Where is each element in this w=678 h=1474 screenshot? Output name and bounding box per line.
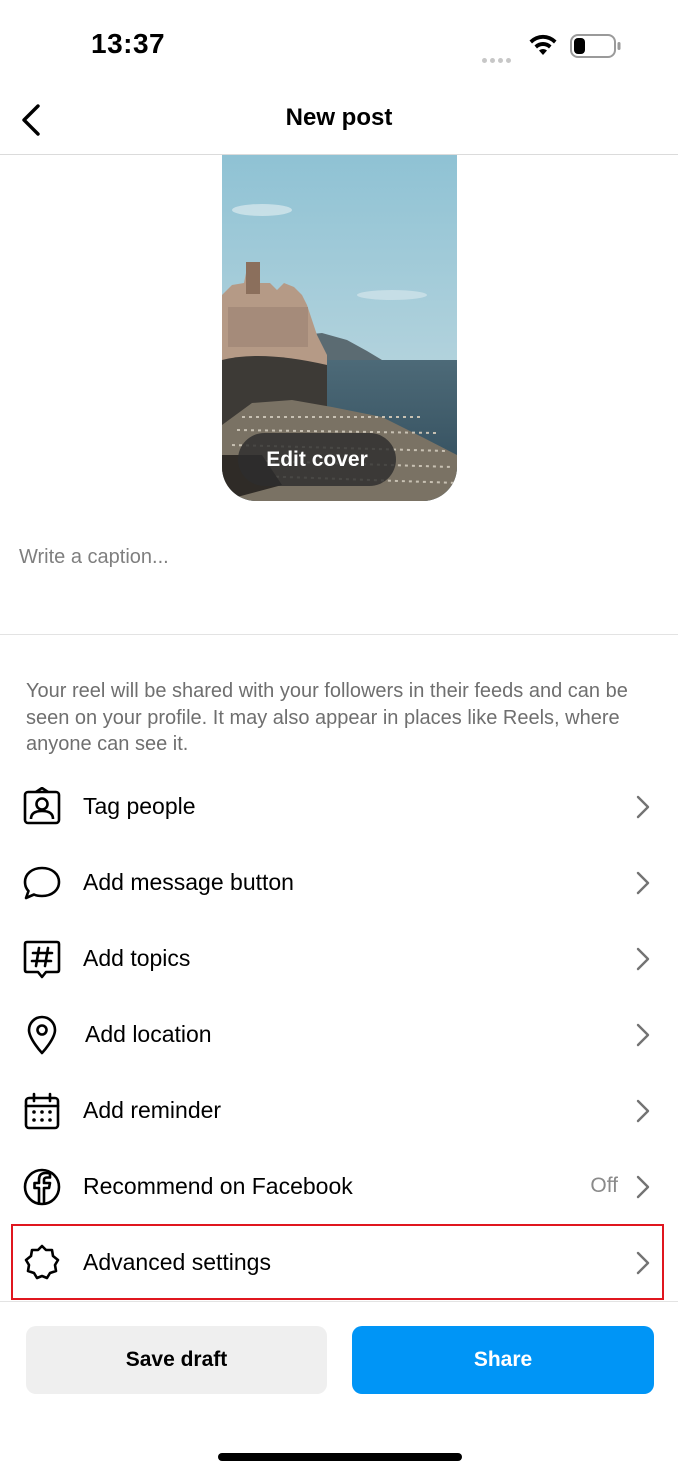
menu-item-add-location[interactable]: Add location bbox=[0, 997, 678, 1073]
caption-input[interactable] bbox=[19, 546, 639, 569]
message-bubble-icon bbox=[23, 866, 61, 900]
menu-item-label: Add reminder bbox=[83, 1097, 222, 1123]
chevron-right-icon bbox=[636, 1099, 650, 1123]
footer-divider bbox=[0, 1301, 678, 1302]
menu-item-label: Tag people bbox=[83, 793, 196, 819]
menu-item-label: Add message button bbox=[83, 869, 294, 895]
menu-item-tag-people[interactable]: Tag people bbox=[0, 769, 678, 845]
tag-people-icon bbox=[23, 787, 61, 825]
menu-item-recommend-on-facebook[interactable]: Recommend on Facebook Off bbox=[0, 1149, 678, 1225]
facebook-icon bbox=[23, 1168, 61, 1206]
menu-item-label: Advanced settings bbox=[83, 1249, 271, 1275]
menu-item-label: Add topics bbox=[83, 945, 191, 971]
hashtag-icon bbox=[23, 940, 61, 979]
chevron-right-icon bbox=[636, 795, 650, 819]
home-indicator[interactable] bbox=[218, 1453, 462, 1461]
calendar-icon bbox=[24, 1092, 60, 1130]
gear-icon bbox=[24, 1244, 60, 1280]
sharing-notice-text: Your reel will be shared with your follo… bbox=[26, 680, 628, 755]
status-time: 13:37 bbox=[91, 28, 166, 59]
chevron-right-icon bbox=[636, 1175, 650, 1199]
menu-item-label: Recommend on Facebook bbox=[83, 1173, 353, 1199]
menu-item-add-topics[interactable]: Add topics bbox=[0, 921, 678, 997]
share-button[interactable]: Share bbox=[352, 1326, 654, 1394]
menu-item-add-reminder[interactable]: Add reminder bbox=[0, 1073, 678, 1149]
chevron-right-icon bbox=[636, 1251, 650, 1275]
facebook-recommend-status: Off bbox=[590, 1174, 618, 1197]
edit-cover-button[interactable]: Edit cover bbox=[238, 433, 396, 486]
page-title: New post bbox=[285, 104, 393, 131]
chevron-right-icon bbox=[636, 871, 650, 895]
save-draft-button[interactable]: Save draft bbox=[26, 1326, 327, 1394]
cellular-signal-icon bbox=[482, 50, 514, 68]
menu-item-add-message-button[interactable]: Add message button bbox=[0, 845, 678, 921]
caption-divider bbox=[0, 634, 678, 635]
location-pin-icon bbox=[27, 1015, 57, 1055]
wifi-icon bbox=[529, 34, 557, 55]
menu-item-advanced-settings[interactable]: Advanced settings bbox=[0, 1225, 678, 1301]
chevron-right-icon bbox=[636, 947, 650, 971]
chevron-right-icon bbox=[636, 1023, 650, 1047]
battery-icon bbox=[570, 34, 621, 58]
menu-item-label: Add location bbox=[85, 1021, 212, 1047]
